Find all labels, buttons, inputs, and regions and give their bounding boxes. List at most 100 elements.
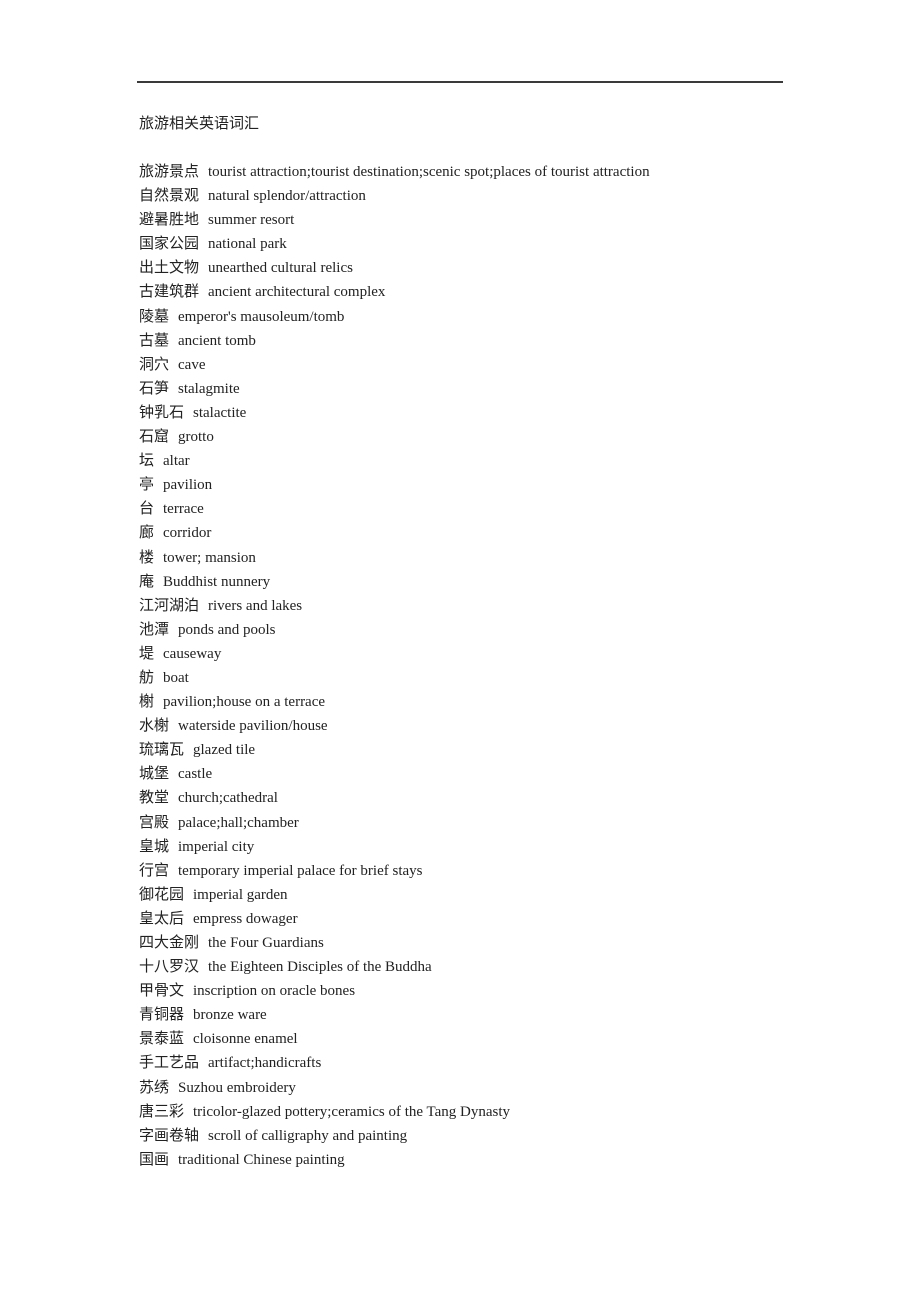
chinese-term: 水榭 [139,718,170,735]
vocabulary-entry: 十八罗汉 the Eighteen Disciples of the Buddha [139,957,650,981]
chinese-term: 楼 [139,549,155,566]
header-rule [137,81,783,83]
vocabulary-entry: 城堡 castle [139,764,650,788]
chinese-term: 台 [139,501,155,518]
english-translation: terrace [163,501,204,518]
vocabulary-entry: 字画卷轴 scroll of calligraphy and painting [139,1126,650,1150]
vocabulary-entry: 手工艺品 artifact;handicrafts [139,1053,650,1077]
english-translation: ponds and pools [178,621,276,638]
chinese-term: 旅游景点 [139,164,200,180]
english-translation: empress dowager [193,910,298,927]
chinese-term: 出土文物 [139,260,200,277]
english-translation: the Eighteen Disciples of the Buddha [208,959,432,976]
english-translation: scroll of calligraphy and painting [208,1127,408,1144]
chinese-term: 甲骨文 [139,983,185,1000]
chinese-term: 十八罗汉 [139,959,200,976]
english-translation: unearthed cultural relics [208,260,353,277]
chinese-term: 唐三彩 [139,1103,185,1120]
chinese-term: 教堂 [139,790,170,807]
english-translation: waterside pavilion/house [178,718,328,735]
vocabulary-entry: 避暑胜地 summer resort [139,210,650,234]
vocabulary-entry: 坛 altar [139,451,650,475]
vocabulary-entry: 四大金刚 the Four Guardians [139,933,650,957]
chinese-term: 国画 [139,1151,170,1168]
vocabulary-entry: 石笋 stalagmite [139,379,650,403]
english-translation: artifact;handicrafts [208,1055,322,1072]
chinese-term: 陵墓 [139,308,170,325]
english-translation: summer resort [208,212,295,229]
chinese-term: 江河湖泊 [139,597,200,614]
english-translation: castle [178,766,213,783]
vocabulary-entry: 皇太后 empress dowager [139,909,650,933]
english-translation: ancient tomb [178,332,256,349]
english-translation: emperor's mausoleum/tomb [178,308,345,325]
english-translation: grotto [178,429,214,446]
vocabulary-entry: 御花园 imperial garden [139,885,650,909]
vocabulary-entry: 教堂 church;cathedral [139,788,650,812]
chinese-term: 景泰蓝 [139,1031,185,1048]
chinese-term: 钟乳石 [139,404,185,421]
vocabulary-entry: 亭 pavilion [139,475,650,499]
english-translation: corridor [163,525,212,542]
chinese-term: 堤 [139,645,155,662]
vocabulary-entry: 江河湖泊 rivers and lakes [139,596,650,620]
chinese-term: 古墓 [139,332,170,349]
chinese-term: 行宫 [139,862,170,879]
chinese-term: 皇太后 [139,910,185,927]
english-translation: tower; mansion [163,549,256,566]
chinese-term: 手工艺品 [139,1055,200,1072]
chinese-term: 避暑胜地 [139,212,200,229]
chinese-term: 亭 [139,477,155,494]
english-translation: ancient architectural complex [208,284,386,301]
english-translation: rivers and lakes [208,597,303,614]
vocabulary-entry: 陵墓 emperor's mausoleum/tomb [139,307,650,331]
chinese-term: 苏绣 [139,1079,170,1096]
chinese-term: 石笋 [139,380,170,397]
chinese-term: 坛 [139,453,155,470]
vocabulary-entry: 榭 pavilion;house on a terrace [139,692,650,716]
vocabulary-entry: 自然景观 natural splendor/attraction [139,186,650,210]
english-translation: the Four Guardians [208,935,324,951]
chinese-term: 琉璃瓦 [139,742,185,759]
english-translation: stalactite [193,404,247,421]
english-translation: pavilion;house on a terrace [163,694,326,711]
vocabulary-entry: 钟乳石 stalactite [139,403,650,427]
vocabulary-entry: 舫 boat [139,668,650,692]
chinese-term: 皇城 [139,838,170,855]
english-translation: inscription on oracle bones [193,983,356,1000]
vocabulary-entry: 景泰蓝 cloisonne enamel [139,1029,650,1053]
vocabulary-entry: 旅游景点 tourist attraction;tourist destinati… [139,162,650,186]
vocabulary-entry: 庵 Buddhist nunnery [139,572,650,596]
english-translation: temporary imperial palace for brief stay… [178,862,423,879]
english-translation: national park [208,236,287,253]
chinese-term: 池潭 [139,621,170,638]
english-translation: glazed tile [193,742,256,759]
vocabulary-entry: 廊 corridor [139,523,650,547]
document-page: 旅游相关英语词汇 旅游景点 tourist attraction;tourist … [0,0,920,1302]
vocabulary-entry: 楼 tower; mansion [139,548,650,572]
english-translation: cloisonne enamel [193,1031,298,1048]
vocabulary-entry: 水榭 waterside pavilion/house [139,716,650,740]
vocabulary-list: 旅游景点 tourist attraction;tourist destinati… [139,162,650,1174]
english-translation: pavilion [163,477,213,494]
vocabulary-entry: 苏绣 Suzhou embroidery [139,1078,650,1102]
vocabulary-entry: 池潭 ponds and pools [139,620,650,644]
chinese-term: 舫 [139,669,155,686]
chinese-term: 宫殿 [139,814,170,831]
chinese-term: 青铜器 [139,1007,185,1024]
vocabulary-entry: 国画 traditional Chinese painting [139,1150,650,1174]
english-translation: causeway [163,645,222,662]
english-translation: cave [178,356,206,373]
english-translation: traditional Chinese painting [178,1151,345,1168]
english-translation: Suzhou embroidery [178,1079,296,1096]
english-translation: altar [163,453,190,470]
vocabulary-entry: 唐三彩 tricolor-glazed pottery;ceramics of t… [139,1102,650,1126]
vocabulary-entry: 洞穴 cave [139,355,650,379]
vocabulary-entry: 琉璃瓦 glazed tile [139,740,650,764]
vocabulary-entry: 古墓 ancient tomb [139,331,650,355]
vocabulary-entry: 石窟 grotto [139,427,650,451]
english-translation: bronze ware [193,1007,267,1024]
chinese-term: 庵 [139,573,155,590]
chinese-term: 洞穴 [139,356,170,373]
english-translation: boat [163,669,189,686]
